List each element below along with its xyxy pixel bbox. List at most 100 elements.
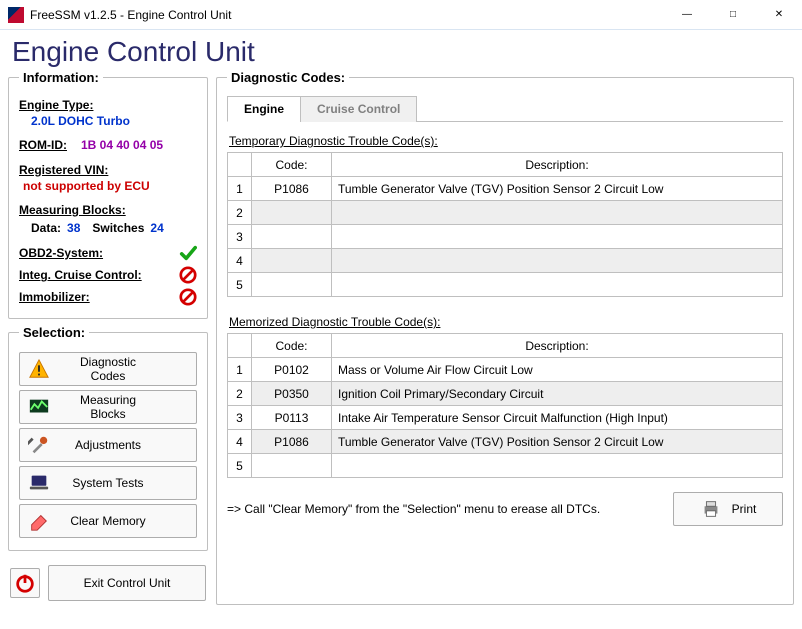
system-tests-button[interactable]: System Tests xyxy=(19,466,197,500)
row-number: 2 xyxy=(228,382,252,406)
print-button[interactable]: Print xyxy=(673,492,783,526)
cell-code xyxy=(252,454,332,478)
close-button[interactable]: ✕ xyxy=(756,0,802,30)
cell-desc: Tumble Generator Valve (TGV) Position Se… xyxy=(332,430,783,454)
table-row[interactable]: 5 xyxy=(228,273,783,297)
warning-icon xyxy=(28,358,50,380)
cell-desc: Tumble Generator Valve (TGV) Position Se… xyxy=(332,177,783,201)
adjustments-button[interactable]: Adjustments xyxy=(19,428,197,462)
table-row[interactable]: 2 xyxy=(228,201,783,225)
rom-id-value: 1B 04 40 04 05 xyxy=(81,137,163,153)
clear-memory-hint: => Call "Clear Memory" from the "Selecti… xyxy=(227,502,600,516)
cell-code: P0113 xyxy=(252,406,332,430)
adjustments-label: Adjustments xyxy=(64,438,152,452)
row-number: 3 xyxy=(228,225,252,249)
tab-engine[interactable]: Engine xyxy=(227,96,301,122)
table-row[interactable]: 3P0113Intake Air Temperature Sensor Circ… xyxy=(228,406,783,430)
cell-code xyxy=(252,225,332,249)
exit-label: Exit Control Unit xyxy=(84,576,171,590)
cell-code xyxy=(252,273,332,297)
minimize-button[interactable]: — xyxy=(664,0,710,30)
col-desc: Description: xyxy=(332,334,783,358)
table-corner xyxy=(228,334,252,358)
table-row[interactable]: 4P1086Tumble Generator Valve (TGV) Posit… xyxy=(228,430,783,454)
mem-dtc-table: Code: Description: 1P0102Mass or Volume … xyxy=(227,333,783,478)
icc-label: Integ. Cruise Control: xyxy=(19,268,142,282)
laptop-icon xyxy=(28,472,50,494)
table-row[interactable]: 3 xyxy=(228,225,783,249)
diagnostic-codes-panel: Diagnostic Codes: Engine Cruise Control … xyxy=(216,70,794,605)
diagnostic-codes-label: Diagnostic Codes xyxy=(64,355,152,383)
table-corner xyxy=(228,153,252,177)
cell-desc xyxy=(332,454,783,478)
table-row[interactable]: 4 xyxy=(228,249,783,273)
immo-label: Immobilizer: xyxy=(19,290,90,304)
information-panel: Information: Engine Type: 2.0L DOHC Turb… xyxy=(8,70,208,319)
temp-dtc-caption: Temporary Diagnostic Trouble Code(s): xyxy=(229,134,783,148)
tabs: Engine Cruise Control xyxy=(227,95,783,122)
row-number: 5 xyxy=(228,273,252,297)
cell-desc xyxy=(332,225,783,249)
eraser-icon xyxy=(28,510,50,532)
cell-desc xyxy=(332,201,783,225)
app-icon xyxy=(8,7,24,23)
table-row[interactable]: 2P0350Ignition Coil Primary/Secondary Ci… xyxy=(228,382,783,406)
cell-code: P0350 xyxy=(252,382,332,406)
col-desc: Description: xyxy=(332,153,783,177)
cell-code: P1086 xyxy=(252,430,332,454)
table-row[interactable]: 1P0102Mass or Volume Air Flow Circuit Lo… xyxy=(228,358,783,382)
vin-value: not supported by ECU xyxy=(23,178,197,194)
cell-code xyxy=(252,249,332,273)
cell-code xyxy=(252,201,332,225)
row-number: 4 xyxy=(228,249,252,273)
tools-icon xyxy=(28,434,50,456)
cell-desc xyxy=(332,249,783,273)
clear-memory-button[interactable]: Clear Memory xyxy=(19,504,197,538)
col-code: Code: xyxy=(252,334,332,358)
selection-panel: Selection: Diagnostic Codes Measuring Bl… xyxy=(8,325,208,551)
cell-desc: Ignition Coil Primary/Secondary Circuit xyxy=(332,382,783,406)
exit-button[interactable]: Exit Control Unit xyxy=(48,565,206,601)
cell-code: P0102 xyxy=(252,358,332,382)
tab-cruise-control[interactable]: Cruise Control xyxy=(300,96,417,122)
clear-memory-label: Clear Memory xyxy=(64,514,152,528)
checkmark-icon xyxy=(179,244,197,262)
row-number: 2 xyxy=(228,201,252,225)
page-title: Engine Control Unit xyxy=(0,30,802,70)
mb-data-label: Data: xyxy=(31,220,61,236)
cell-desc xyxy=(332,273,783,297)
mb-label: Measuring Blocks: xyxy=(19,202,197,218)
row-number: 3 xyxy=(228,406,252,430)
chart-icon xyxy=(28,396,50,418)
row-number: 5 xyxy=(228,454,252,478)
engine-type-value: 2.0L DOHC Turbo xyxy=(31,113,197,129)
cell-desc: Mass or Volume Air Flow Circuit Low xyxy=(332,358,783,382)
measuring-blocks-button[interactable]: Measuring Blocks xyxy=(19,390,197,424)
obd2-label: OBD2-System: xyxy=(19,246,103,260)
vin-label: Registered VIN: xyxy=(19,162,197,178)
window-title: FreeSSM v1.2.5 - Engine Control Unit xyxy=(30,8,231,22)
power-button[interactable] xyxy=(10,568,40,598)
printer-icon xyxy=(700,498,722,520)
maximize-button[interactable]: □ xyxy=(710,0,756,30)
col-code: Code: xyxy=(252,153,332,177)
mb-sw-value: 24 xyxy=(150,220,163,236)
diagnostic-codes-button[interactable]: Diagnostic Codes xyxy=(19,352,197,386)
titlebar: FreeSSM v1.2.5 - Engine Control Unit — □… xyxy=(0,0,802,30)
rom-id-label: ROM-ID: xyxy=(19,137,67,153)
measuring-blocks-label: Measuring Blocks xyxy=(64,393,152,421)
row-number: 1 xyxy=(228,177,252,201)
mem-dtc-caption: Memorized Diagnostic Trouble Code(s): xyxy=(229,315,783,329)
prohibited-icon xyxy=(179,288,197,306)
system-tests-label: System Tests xyxy=(64,476,152,490)
cell-desc: Intake Air Temperature Sensor Circuit Ma… xyxy=(332,406,783,430)
engine-type-label: Engine Type: xyxy=(19,97,197,113)
temp-dtc-table: Code: Description: 1P1086Tumble Generato… xyxy=(227,152,783,297)
cell-code: P1086 xyxy=(252,177,332,201)
selection-legend: Selection: xyxy=(19,325,89,340)
row-number: 1 xyxy=(228,358,252,382)
mb-data-value: 38 xyxy=(67,220,80,236)
table-row[interactable]: 1P1086Tumble Generator Valve (TGV) Posit… xyxy=(228,177,783,201)
table-row[interactable]: 5 xyxy=(228,454,783,478)
row-number: 4 xyxy=(228,430,252,454)
